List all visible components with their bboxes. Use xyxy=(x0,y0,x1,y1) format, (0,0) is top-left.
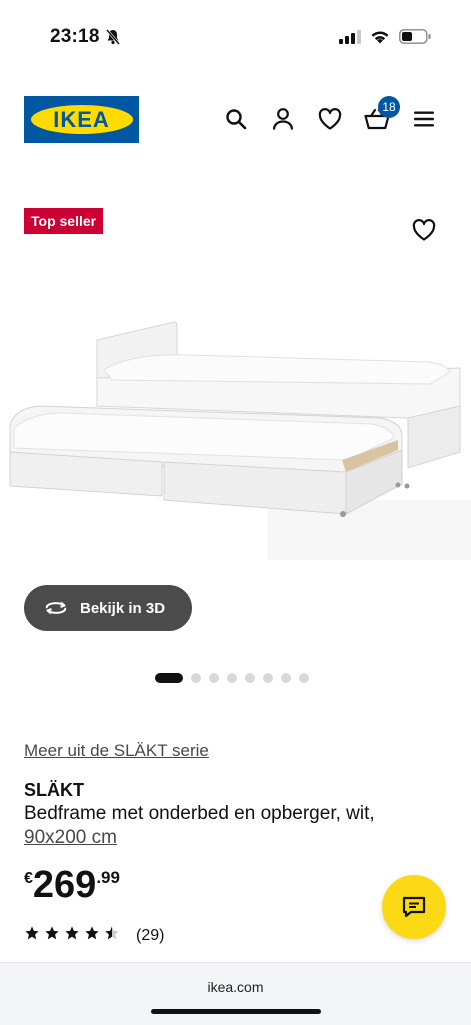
favourite-heart-icon[interactable] xyxy=(412,219,436,246)
view-in-3d-button[interactable]: Bekijk in 3D xyxy=(24,585,192,631)
carousel-dot[interactable] xyxy=(227,673,237,683)
top-seller-badge: Top seller xyxy=(24,208,104,234)
chat-button[interactable] xyxy=(382,875,446,939)
product-name: SLÄKT xyxy=(24,780,84,800)
image-carousel-dots xyxy=(155,673,309,683)
product-price: € 269 .99 xyxy=(24,862,120,908)
half-star-icon xyxy=(104,925,120,946)
ikea-logo[interactable]: IKEA xyxy=(24,96,139,143)
view-in-3d-label: Bekijk in 3D xyxy=(80,599,166,617)
logo-text: IKEA xyxy=(53,106,110,132)
heart-icon[interactable] xyxy=(317,106,343,132)
menu-icon[interactable] xyxy=(411,106,437,132)
carousel-dot[interactable] xyxy=(245,673,255,683)
star-icon xyxy=(84,925,100,946)
rating-count: (29) xyxy=(136,926,165,944)
product-image[interactable] xyxy=(0,300,471,590)
carousel-dot[interactable] xyxy=(263,673,273,683)
star-icon xyxy=(64,925,80,946)
price-currency: € xyxy=(24,870,33,887)
star-icon xyxy=(44,925,60,946)
url-text: ikea.com xyxy=(207,979,264,995)
chat-icon xyxy=(401,895,427,919)
bell-off-icon xyxy=(106,29,120,50)
site-header: IKEA xyxy=(0,78,471,162)
carousel-dot[interactable] xyxy=(191,673,201,683)
product-rating[interactable]: (29) xyxy=(24,925,164,946)
wifi-icon xyxy=(370,30,390,49)
battery-icon xyxy=(399,29,431,49)
carousel-dot[interactable] xyxy=(281,673,291,683)
carousel-dot[interactable] xyxy=(155,673,183,683)
star-icon xyxy=(24,925,40,946)
account-icon[interactable] xyxy=(270,106,296,132)
home-indicator[interactable] xyxy=(151,1009,321,1014)
search-icon[interactable] xyxy=(223,106,249,132)
product-size-link[interactable]: 90x200 cm xyxy=(24,827,117,849)
series-link[interactable]: Meer uit de SLÄKT serie xyxy=(24,741,209,761)
carousel-dot[interactable] xyxy=(209,673,219,683)
product-description: Bedframe met onderbed en opberger, wit, xyxy=(24,803,375,824)
cart-count-badge: 18 xyxy=(378,96,400,118)
cellular-signal-icon xyxy=(339,29,361,49)
rotate-3d-icon xyxy=(44,599,68,617)
status-time: 23:18 xyxy=(50,26,100,47)
logo-oval: IKEA xyxy=(30,105,133,134)
carousel-dot[interactable] xyxy=(299,673,309,683)
browser-address-bar[interactable]: ikea.com xyxy=(0,962,471,1025)
price-decimal: .99 xyxy=(96,868,120,887)
status-bar: 23:18 xyxy=(0,0,471,78)
price-integer: 269 xyxy=(32,864,97,906)
